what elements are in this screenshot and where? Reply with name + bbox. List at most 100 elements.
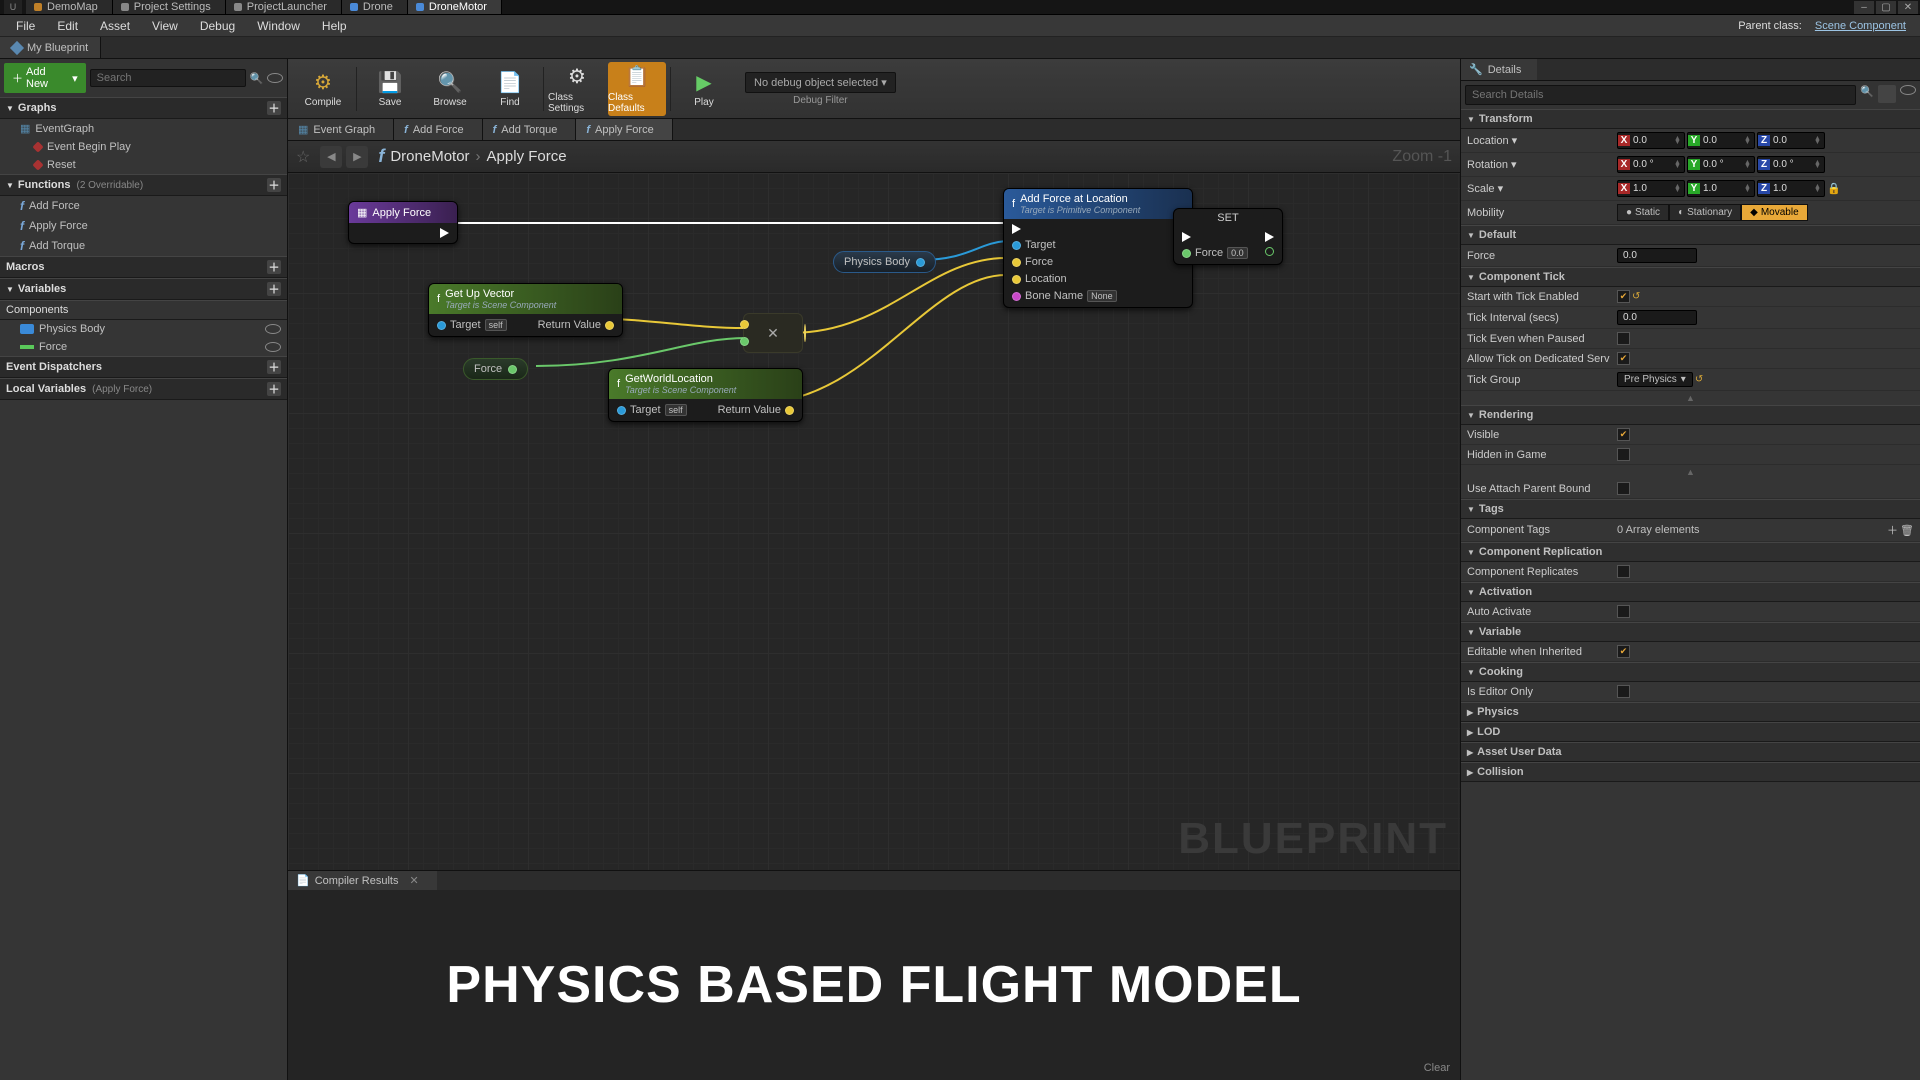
event-item[interactable]: Event Begin Play xyxy=(0,138,287,156)
add-local-var-button[interactable]: ＋ xyxy=(267,382,281,396)
cat-cooking[interactable]: ▼Cooking xyxy=(1461,662,1920,682)
component-item[interactable]: Physics Body xyxy=(0,320,287,338)
favorite-icon[interactable]: ☆ xyxy=(296,147,310,167)
editor-only-checkbox[interactable] xyxy=(1617,685,1630,698)
event-dispatchers-header[interactable]: Event Dispatchers＋ xyxy=(0,356,287,378)
cat-activation[interactable]: ▼Activation xyxy=(1461,582,1920,602)
maximize-button[interactable]: ▢ xyxy=(1876,1,1896,14)
details-tab[interactable]: 🔧Details xyxy=(1461,59,1537,80)
cat-rendering[interactable]: ▼Rendering xyxy=(1461,405,1920,425)
function-item[interactable]: fAdd Torque xyxy=(0,236,287,256)
debug-object-dropdown[interactable]: No debug object selected ▾ xyxy=(745,72,896,93)
editor-tab[interactable]: DemoMap xyxy=(26,0,113,14)
cat-transform[interactable]: ▼Transform xyxy=(1461,109,1920,129)
vector-pin[interactable] xyxy=(605,321,614,330)
exec-pin[interactable] xyxy=(440,228,449,238)
node-apply-force-entry[interactable]: ▦Apply Force xyxy=(348,201,458,244)
cat-asset-user-data[interactable]: ▶Asset User Data xyxy=(1461,742,1920,762)
location-y-input[interactable] xyxy=(1700,134,1744,147)
expand-icon[interactable]: ▲ xyxy=(1461,391,1920,405)
force-input[interactable] xyxy=(1617,248,1697,263)
details-search[interactable] xyxy=(1465,85,1856,105)
close-icon[interactable]: ✕ xyxy=(409,874,418,887)
mobility-stationary-button[interactable]: ◐ Stationary xyxy=(1669,204,1741,221)
lock-icon[interactable]: 🔒 xyxy=(1827,182,1841,195)
editor-tab[interactable]: DroneMotor xyxy=(408,0,502,14)
cat-collision[interactable]: ▶Collision xyxy=(1461,762,1920,782)
visibility-icon[interactable] xyxy=(265,342,281,352)
reset-icon[interactable]: ↺ xyxy=(1632,291,1640,302)
play-button[interactable]: ▶Play xyxy=(675,62,733,116)
exec-pin[interactable] xyxy=(1182,232,1191,242)
cat-lod[interactable]: ▶LOD xyxy=(1461,722,1920,742)
attach-parent-checkbox[interactable] xyxy=(1617,482,1630,495)
add-tag-button[interactable]: ＋ xyxy=(1887,522,1898,538)
parent-class-link[interactable]: Scene Component xyxy=(1815,20,1906,32)
tick-dedicated-checkbox[interactable]: ✔ xyxy=(1617,352,1630,365)
class-settings-button[interactable]: ⚙Class Settings xyxy=(548,62,606,116)
menu-help[interactable]: Help xyxy=(312,17,357,35)
graph-tab[interactable]: fApply Force xyxy=(576,119,672,140)
search-icon[interactable]: 🔍 xyxy=(250,72,264,85)
reset-icon[interactable]: ↺ xyxy=(1695,374,1703,385)
macros-header[interactable]: Macros＋ xyxy=(0,256,287,278)
compiler-results-tab[interactable]: 📄Compiler Results✕ xyxy=(288,871,437,890)
expand-icon[interactable]: ▲ xyxy=(1461,465,1920,479)
property-matrix-icon[interactable] xyxy=(1878,85,1896,103)
component-item[interactable]: Force xyxy=(0,338,287,356)
exec-pin[interactable] xyxy=(1012,224,1021,234)
my-blueprint-tab[interactable]: My Blueprint xyxy=(0,37,101,58)
clear-log-button[interactable]: Clear xyxy=(1424,1062,1450,1074)
menu-debug[interactable]: Debug xyxy=(190,17,245,35)
components-header[interactable]: Components xyxy=(0,300,287,320)
scale-y-input[interactable] xyxy=(1700,182,1744,195)
add-variable-button[interactable]: ＋ xyxy=(267,282,281,296)
object-pin[interactable] xyxy=(916,258,925,267)
find-button[interactable]: 📄Find xyxy=(481,62,539,116)
tick-paused-checkbox[interactable] xyxy=(1617,332,1630,345)
browse-button[interactable]: 🔍Browse xyxy=(421,62,479,116)
object-pin[interactable] xyxy=(1012,241,1021,250)
scale-x-input[interactable] xyxy=(1630,182,1674,195)
editable-inherited-checkbox[interactable]: ✔ xyxy=(1617,645,1630,658)
breadcrumb-current[interactable]: Apply Force xyxy=(487,148,567,165)
editor-tab[interactable]: ProjectLauncher xyxy=(226,0,342,14)
replicates-checkbox[interactable] xyxy=(1617,565,1630,578)
add-macro-button[interactable]: ＋ xyxy=(267,260,281,274)
rotation-x-input[interactable] xyxy=(1630,158,1674,171)
visibility-icon[interactable] xyxy=(265,324,281,334)
visibility-icon[interactable] xyxy=(1900,85,1916,95)
add-dispatcher-button[interactable]: ＋ xyxy=(267,360,281,374)
menu-window[interactable]: Window xyxy=(247,17,310,35)
node-physics-body-var[interactable]: Physics Body xyxy=(833,251,936,273)
tick-group-dropdown[interactable]: Pre Physics ▾ xyxy=(1617,372,1693,387)
minimize-button[interactable]: – xyxy=(1854,1,1874,14)
breadcrumb-root[interactable]: DroneMotor xyxy=(390,148,469,165)
function-item[interactable]: fApply Force xyxy=(0,216,287,236)
cat-default[interactable]: ▼Default xyxy=(1461,225,1920,245)
close-button[interactable]: ✕ xyxy=(1898,1,1918,14)
float-pin[interactable] xyxy=(1182,249,1191,258)
graphs-header[interactable]: ▼Graphs＋ xyxy=(0,97,287,119)
hidden-checkbox[interactable] xyxy=(1617,448,1630,461)
cat-replication[interactable]: ▼Component Replication xyxy=(1461,542,1920,562)
local-variables-header[interactable]: Local Variables(Apply Force)＋ xyxy=(0,378,287,400)
menu-edit[interactable]: Edit xyxy=(47,17,88,35)
auto-activate-checkbox[interactable] xyxy=(1617,605,1630,618)
location-z-input[interactable] xyxy=(1770,134,1814,147)
graph-canvas[interactable]: ▦Apply Force fGet Up VectorTarget is Sce… xyxy=(288,173,1460,870)
mobility-movable-button[interactable]: ◆ Movable xyxy=(1741,204,1808,221)
cat-variable[interactable]: ▼Variable xyxy=(1461,622,1920,642)
float-pin[interactable] xyxy=(1265,247,1274,256)
graph-tab[interactable]: fAdd Torque xyxy=(483,119,577,140)
menu-file[interactable]: File xyxy=(6,17,45,35)
visibility-icon[interactable] xyxy=(267,73,283,83)
vector-pin[interactable] xyxy=(804,324,806,342)
graph-item[interactable]: ▦EventGraph xyxy=(0,119,287,138)
add-function-button[interactable]: ＋ xyxy=(267,178,281,192)
object-pin[interactable] xyxy=(437,321,446,330)
float-pin[interactable] xyxy=(508,365,517,374)
cat-component-tick[interactable]: ▼Component Tick xyxy=(1461,267,1920,287)
editor-tab[interactable]: Project Settings xyxy=(113,0,226,14)
vector-pin[interactable] xyxy=(1012,275,1021,284)
